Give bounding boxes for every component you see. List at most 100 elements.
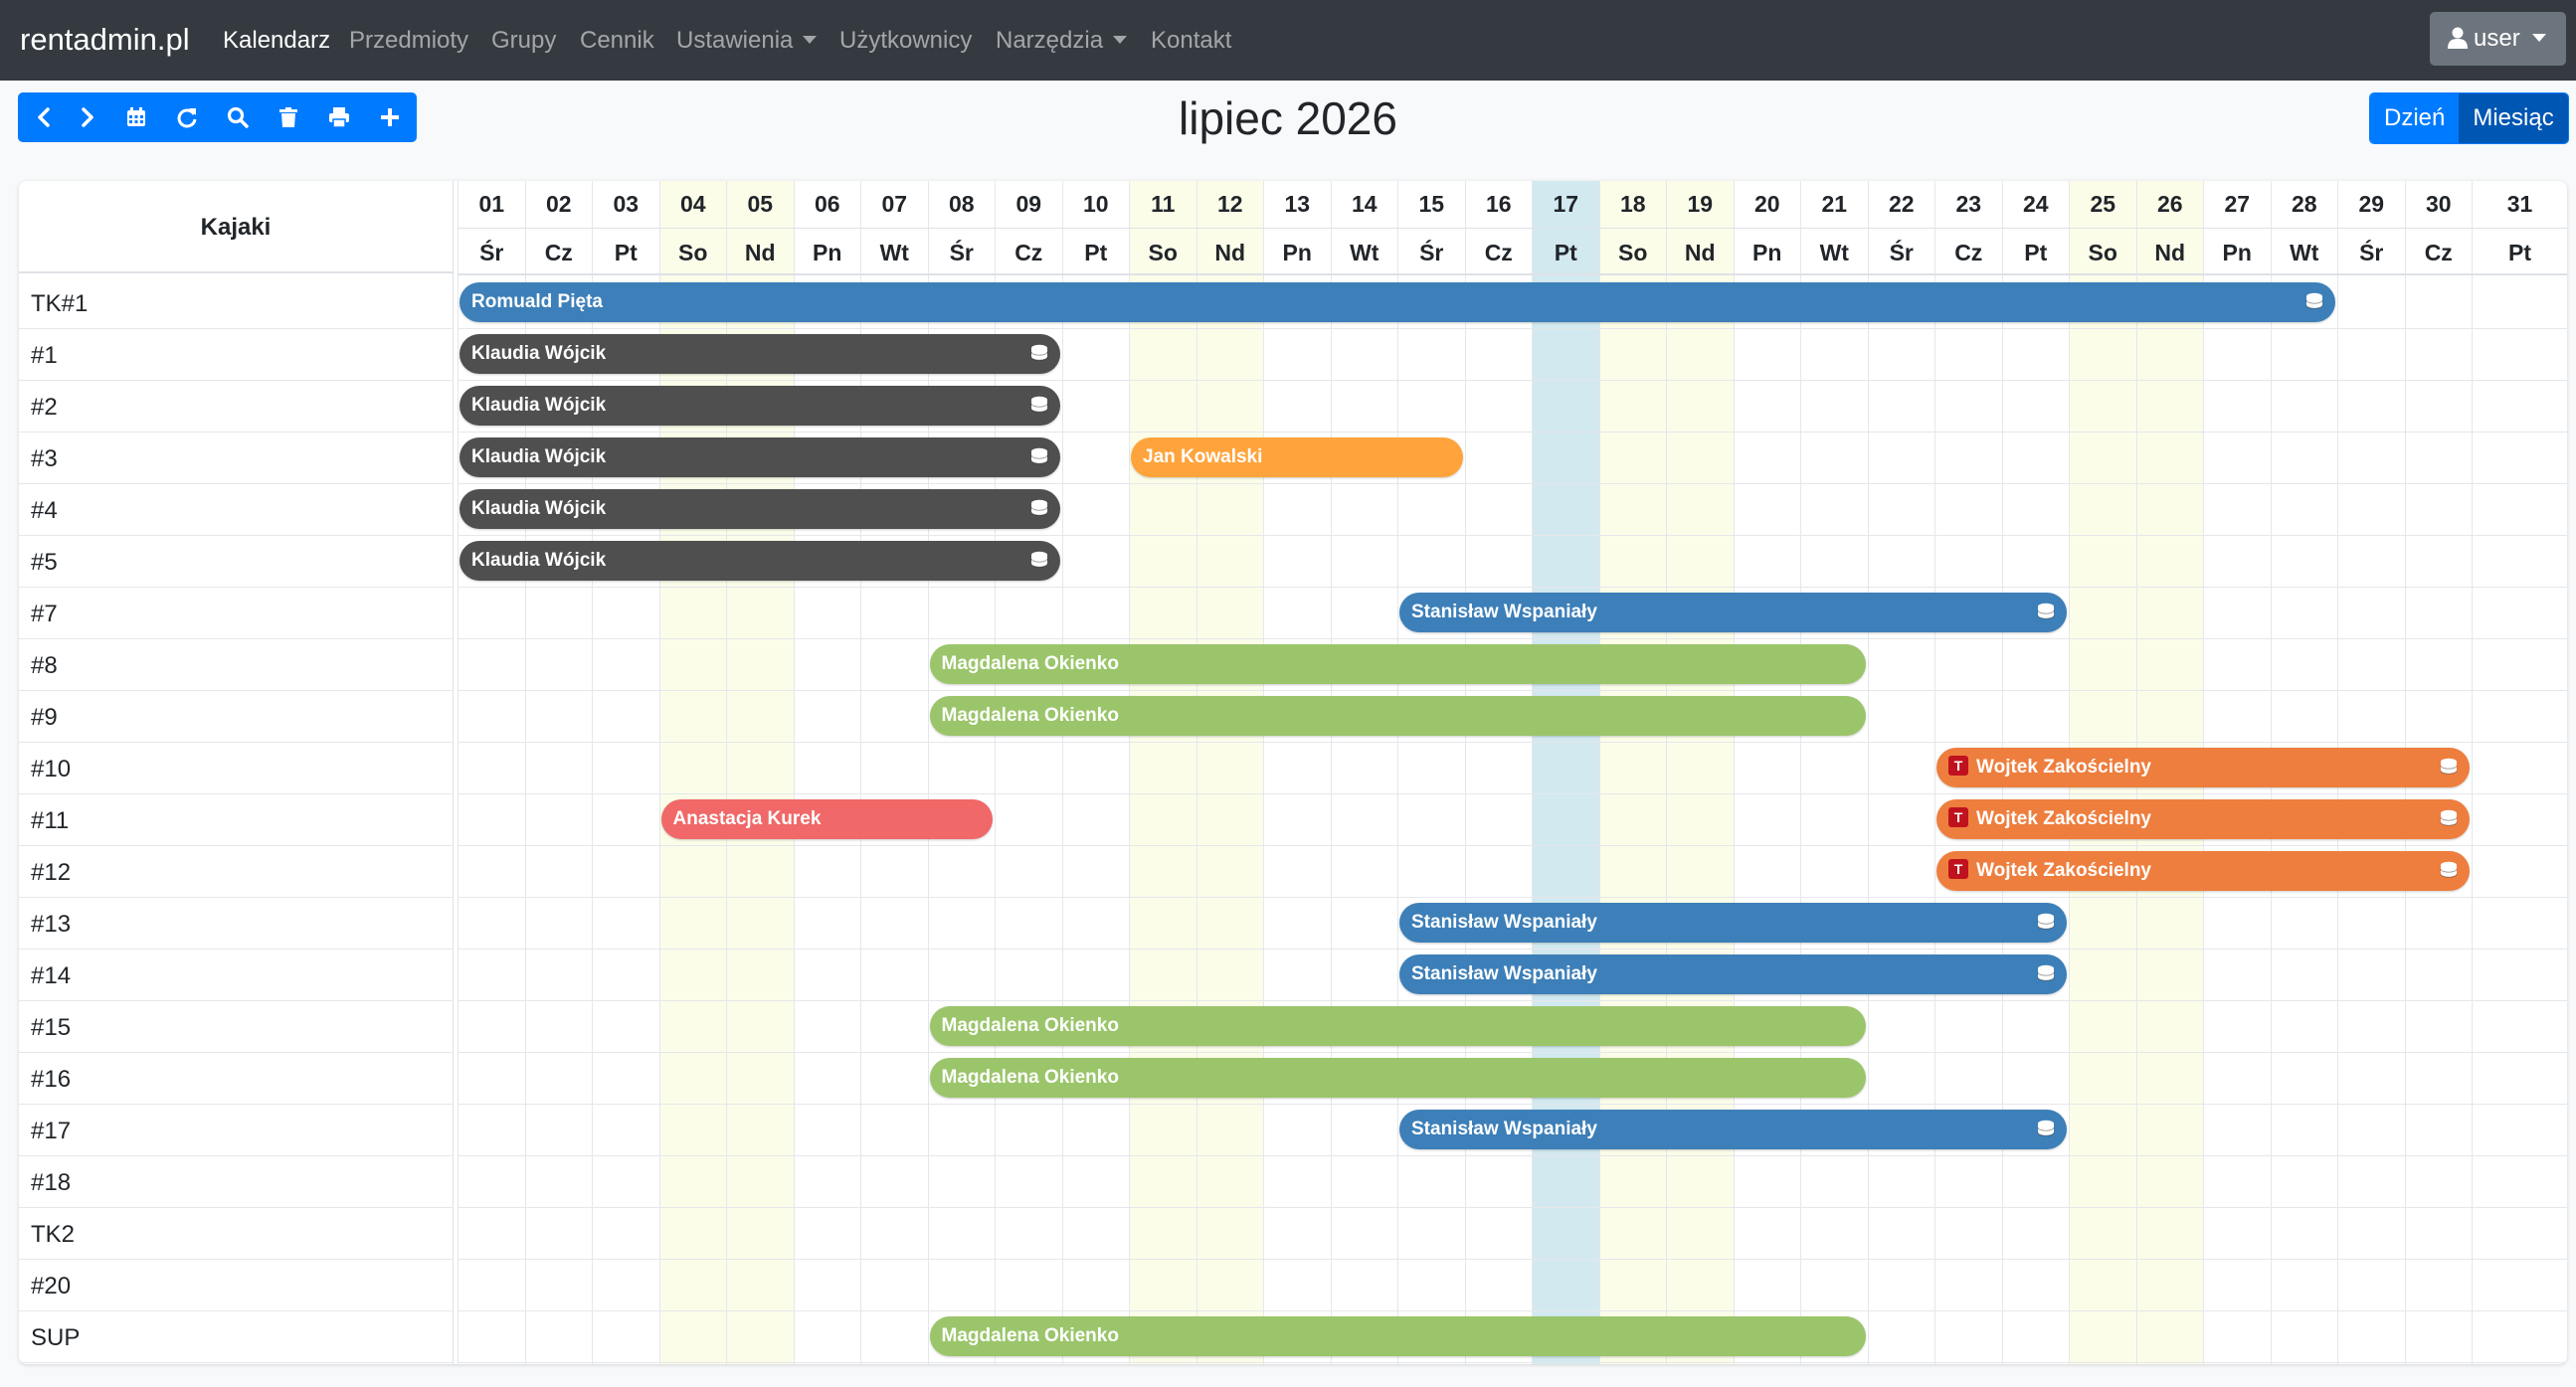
reservation-stanislaw-wspanialy[interactable]: Stanisław Wspaniały [1399, 593, 2067, 632]
brand-logo[interactable]: rentadmin.pl [20, 22, 190, 58]
resource-label-8[interactable]: #8 [31, 640, 58, 692]
resource-divider [19, 1259, 454, 1260]
nav-item-kontakt[interactable]: Kontakt [1151, 27, 1231, 55]
reservation-name: Wojtek Zakościelny [1976, 860, 2151, 881]
reservation-wojtek-zakoscielny[interactable]: T Wojtek Zakościelny [1936, 799, 2470, 839]
reservation-stanislaw-wspanialy[interactable]: Stanisław Wspaniały [1399, 1110, 2067, 1149]
reservation-romuald-pieta[interactable]: Romuald Pięta [460, 282, 2335, 322]
resource-divider [19, 742, 454, 743]
resource-divider [19, 690, 454, 691]
reservation-klaudia-wojcik[interactable]: Klaudia Wójcik [460, 386, 1060, 426]
resource-divider [19, 1362, 454, 1363]
day-number: 03 [613, 191, 640, 217]
row-divider [458, 742, 2567, 743]
reservation-name: Wojtek Zakościelny [1976, 757, 2151, 778]
nav-item-ustawienia[interactable]: Ustawienia [676, 27, 818, 55]
coins-icon [1030, 447, 1047, 464]
reservation-klaudia-wojcik[interactable]: Klaudia Wójcik [460, 489, 1060, 529]
user-icon [2448, 27, 2468, 49]
day-name: So [1148, 240, 1178, 265]
resource-label-18[interactable]: #18 [31, 1157, 71, 1209]
day-name: Cz [544, 240, 573, 265]
coins-icon [2037, 1120, 2055, 1136]
resource-label-tk-1[interactable]: TK#1 [31, 278, 88, 330]
resource-label-10[interactable]: #10 [31, 744, 71, 795]
day-name: Pt [2024, 240, 2048, 265]
reservation-stanislaw-wspanialy[interactable]: Stanisław Wspaniały [1399, 903, 2067, 943]
resource-divider [19, 949, 454, 950]
user-menu-button[interactable]: user [2430, 12, 2566, 66]
day-number: 09 [1015, 191, 1042, 217]
month-view-button[interactable]: Miesiąc [2459, 93, 2568, 143]
resource-label-14[interactable]: #14 [31, 951, 71, 1002]
resource-label-15[interactable]: #15 [31, 1002, 71, 1054]
row-divider [458, 587, 2567, 588]
resource-label-tk2[interactable]: TK2 [31, 1209, 75, 1261]
row-divider [458, 1052, 2567, 1053]
resource-divider [19, 328, 454, 329]
reservation-klaudia-wojcik[interactable]: Klaudia Wójcik [460, 334, 1060, 374]
day-column-22: 22 Śr [1867, 181, 1935, 1364]
reservation-klaudia-wojcik[interactable]: Klaudia Wójcik [460, 437, 1060, 477]
row-divider [458, 1155, 2567, 1156]
day-column-18: 18 So [1598, 181, 1666, 1364]
reservation-name: Stanisław Wspaniały [1411, 602, 1597, 622]
resource-label-7[interactable]: #7 [31, 589, 58, 640]
day-name: Cz [1484, 240, 1513, 265]
day-name: So [2088, 240, 2117, 265]
reservation-wojtek-zakoscielny[interactable]: T Wojtek Zakościelny [1936, 851, 2470, 891]
day-number: 29 [2358, 191, 2385, 217]
resource-divider [19, 1310, 454, 1311]
nav-item-przedmioty[interactable]: Przedmioty [349, 27, 468, 55]
coins-icon [2440, 861, 2458, 878]
reservation-jan-kowalski[interactable]: Jan Kowalski [1131, 437, 1463, 477]
resource-label-13[interactable]: #13 [31, 899, 71, 951]
resources-header: Kajaki [19, 181, 454, 273]
row-divider [458, 845, 2567, 846]
day-column-13: 13 Pn [1263, 181, 1331, 1364]
resource-label-sup[interactable]: SUP [31, 1312, 80, 1364]
resource-label-5[interactable]: #5 [31, 537, 58, 589]
resource-calendar: 01 Śr 02 Cz 03 Pt 04 So 05 Nd 06 Pn 07 Wt 08 Śr 09 Cz 10 Pt… [19, 181, 2567, 1364]
nav-item-kalendarz[interactable]: Kalendarz [223, 27, 330, 55]
resource-label-16[interactable]: #16 [31, 1054, 71, 1106]
nav-item-grupy[interactable]: Grupy [491, 27, 556, 55]
day-number: 12 [1216, 191, 1243, 217]
reservation-wojtek-zakoscielny[interactable]: T Wojtek Zakościelny [1936, 748, 2470, 787]
resource-label-4[interactable]: #4 [31, 485, 58, 537]
reservation-anastacja-kurek[interactable]: Anastacja Kurek [660, 799, 993, 839]
resource-divider [19, 1155, 454, 1156]
day-column-16: 16 Cz [1464, 181, 1533, 1364]
navbar: rentadmin.pl Kalendarz Przedmioty Grupy Cen… [0, 0, 2576, 81]
reservation-magdalena-okienko[interactable]: Magdalena Okienko [929, 1006, 1866, 1046]
day-view-button[interactable]: Dzień [2370, 93, 2460, 143]
resource-label-20[interactable]: #20 [31, 1261, 71, 1312]
resource-label-1[interactable]: #1 [31, 330, 58, 382]
resource-label-12[interactable]: #12 [31, 847, 71, 899]
nav-item-narzedzia[interactable]: Narzędzia [996, 27, 1128, 55]
day-column-21: 21 Wt [1800, 181, 1868, 1364]
resource-label-11[interactable]: #11 [31, 795, 69, 847]
resource-label-9[interactable]: #9 [31, 692, 58, 744]
resource-label-17[interactable]: #17 [31, 1106, 71, 1157]
day-number: 11 [1151, 191, 1176, 217]
day-name: Śr [1889, 240, 1914, 265]
resource-label-2[interactable]: #2 [31, 382, 58, 433]
reservation-magdalena-okienko[interactable]: Magdalena Okienko [929, 644, 1866, 684]
coins-icon [2037, 913, 2055, 930]
reservation-magdalena-okienko[interactable]: Magdalena Okienko [929, 1316, 1866, 1356]
resource-label-3[interactable]: #3 [31, 433, 58, 485]
reservation-stanislaw-wspanialy[interactable]: Stanisław Wspaniały [1399, 954, 2067, 994]
nav-item-uzytkownicy[interactable]: Użytkownicy [839, 27, 972, 55]
reservation-magdalena-okienko[interactable]: Magdalena Okienko [929, 696, 1866, 736]
nav-item-cennik[interactable]: Cennik [580, 27, 654, 55]
day-name: Nd [744, 240, 776, 265]
day-name: Śr [2359, 240, 2384, 265]
row-divider [458, 690, 2567, 691]
resource-divider [19, 587, 454, 588]
day-number: 17 [1553, 191, 1579, 217]
reservation-klaudia-wojcik[interactable]: Klaudia Wójcik [460, 541, 1060, 581]
reservation-magdalena-okienko[interactable]: Magdalena Okienko [929, 1058, 1866, 1098]
day-number: 08 [948, 191, 975, 217]
resource-divider [19, 432, 454, 433]
